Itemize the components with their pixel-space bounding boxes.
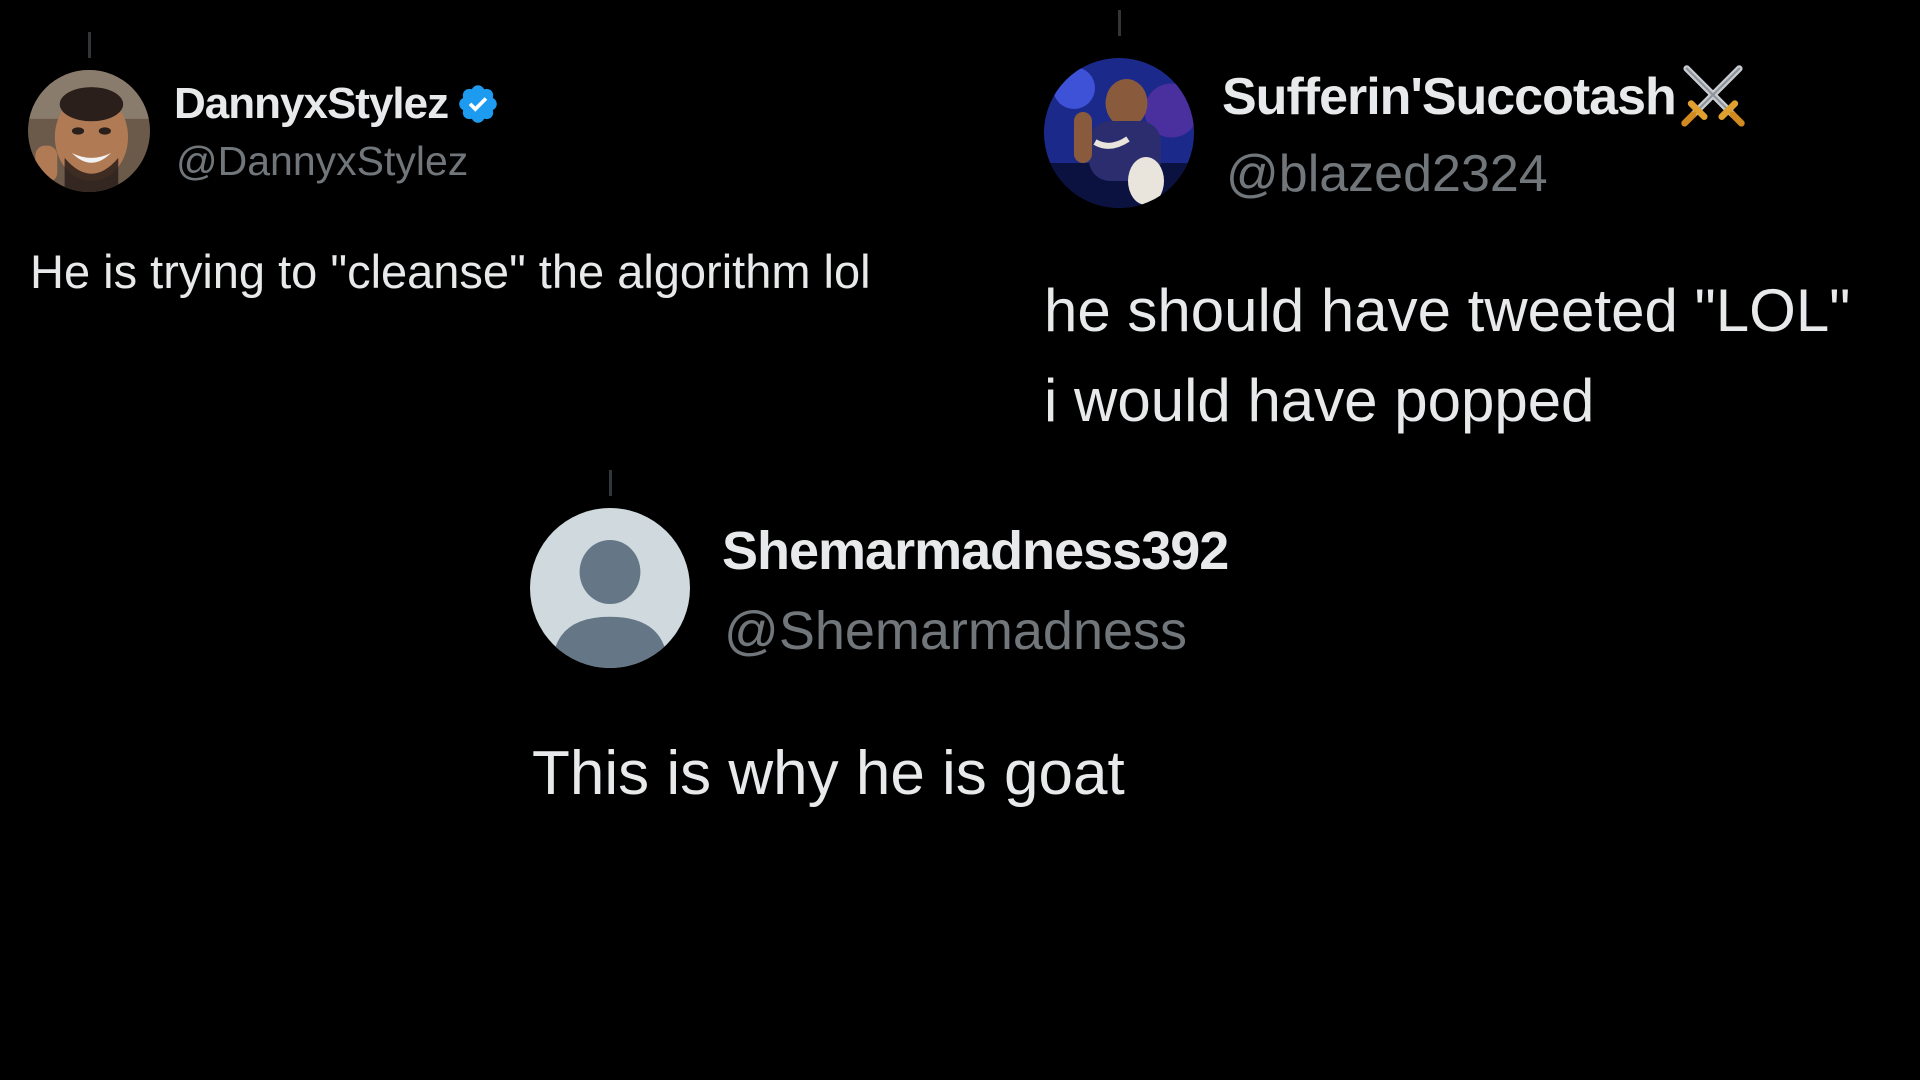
tweet-text-line-1: he should have tweeted "LOL" [1044,277,1851,344]
avatar[interactable] [530,508,690,668]
display-name[interactable]: Sufferin'Succotash [1222,67,1677,127]
tweet-text: This is why he is goat [532,739,1125,808]
user-handle[interactable]: @Shemarmadness [724,600,1187,662]
avatar[interactable] [28,70,150,192]
display-name[interactable]: Shemarmadness392 [722,520,1229,582]
verified-check-icon [456,82,500,126]
tweet-text-line-2: i would have popped [1044,367,1595,434]
user-photo-icon [1044,58,1194,208]
default-profile-icon [530,508,690,668]
user-handle[interactable]: @blazed2324 [1226,144,1548,204]
author-row[interactable]: Shemarmadness392 [722,518,1229,584]
thread-connector-line [609,470,612,496]
crossed-swords-icon [1678,62,1748,132]
thread-connector-line [88,32,91,58]
user-photo-icon [28,70,150,192]
thread-connector-line [1118,10,1121,36]
display-name[interactable]: DannyxStylez [174,79,449,129]
avatar[interactable] [1044,58,1194,208]
user-handle[interactable]: @DannyxStylez [176,138,468,185]
author-row[interactable]: DannyxStylez [174,76,500,132]
author-row[interactable]: Sufferin'Succotash [1222,64,1748,130]
tweet-text: He is trying to "cleanse" the algorithm … [30,245,871,298]
